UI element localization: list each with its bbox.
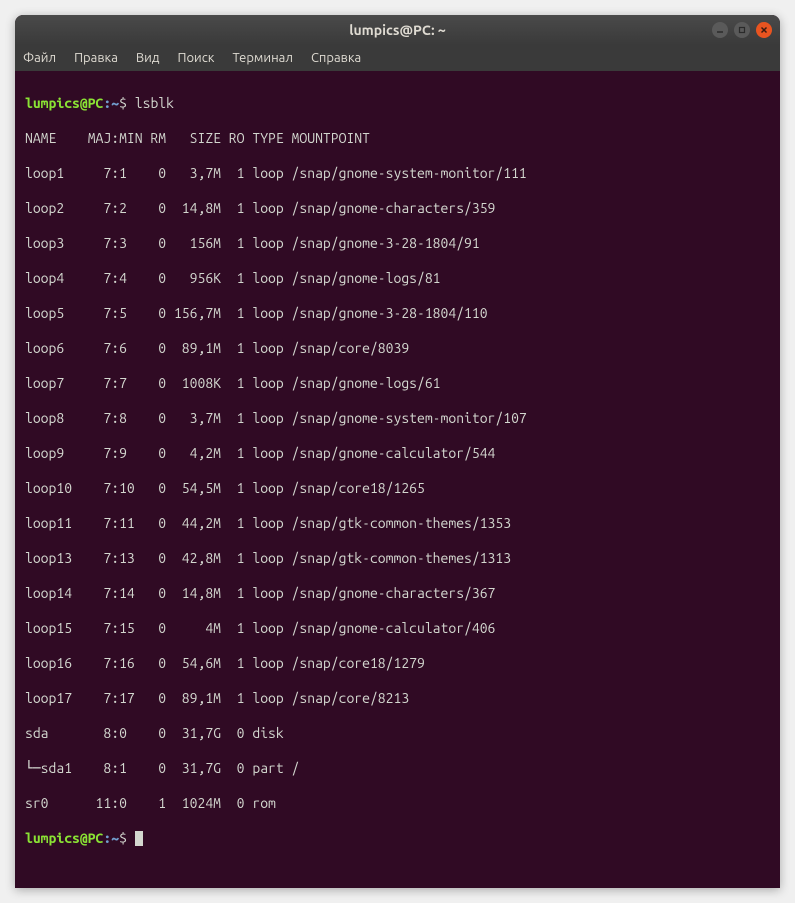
output-row: loop4 7:4 0 956K 1 loop /snap/gnome-logs… [25, 270, 770, 288]
menu-search[interactable]: Поиск [177, 51, 214, 65]
output-row: loop7 7:7 0 1008K 1 loop /snap/gnome-log… [25, 375, 770, 393]
menubar: Файл Правка Вид Поиск Терминал Справка [15, 45, 780, 71]
output-row: sda 8:0 0 31,7G 0 disk [25, 725, 770, 743]
prompt-colon: : [103, 830, 111, 846]
output-row: loop13 7:13 0 42,8M 1 loop /snap/gtk-com… [25, 550, 770, 568]
prompt-line-2: lumpics@PC:~$ [25, 830, 770, 848]
window-controls [712, 22, 772, 38]
cursor [135, 831, 143, 846]
command-text: lsblk [135, 95, 174, 111]
output-row: loop1 7:1 0 3,7M 1 loop /snap/gnome-syst… [25, 165, 770, 183]
prompt-user: lumpics@PC [25, 95, 103, 111]
terminal-window: lumpics@PC: ~ Файл Правка Вид Поиск Терм… [15, 15, 780, 888]
output-row: loop9 7:9 0 4,2M 1 loop /snap/gnome-calc… [25, 445, 770, 463]
minimize-icon [716, 26, 724, 34]
output-row: loop8 7:8 0 3,7M 1 loop /snap/gnome-syst… [25, 410, 770, 428]
window-title: lumpics@PC: ~ [349, 22, 446, 38]
output-row: └─sda1 8:1 0 31,7G 0 part / [25, 760, 770, 778]
terminal-body[interactable]: lumpics@PC:~$ lsblk NAME MAJ:MIN RM SIZE… [15, 71, 780, 888]
output-row: loop16 7:16 0 54,6M 1 loop /snap/core18/… [25, 655, 770, 673]
output-row: loop10 7:10 0 54,5M 1 loop /snap/core18/… [25, 480, 770, 498]
prompt-symbol: $ [119, 830, 127, 846]
output-row: loop6 7:6 0 89,1M 1 loop /snap/core/8039 [25, 340, 770, 358]
close-icon [760, 26, 768, 34]
output-row: loop2 7:2 0 14,8M 1 loop /snap/gnome-cha… [25, 200, 770, 218]
prompt-path: ~ [111, 95, 119, 111]
maximize-button[interactable] [734, 22, 750, 38]
menu-edit[interactable]: Правка [74, 51, 118, 65]
prompt-symbol: $ [119, 95, 127, 111]
minimize-button[interactable] [712, 22, 728, 38]
menu-terminal[interactable]: Терминал [232, 51, 292, 65]
menu-view[interactable]: Вид [136, 51, 160, 65]
maximize-icon [738, 26, 746, 34]
prompt-line-1: lumpics@PC:~$ lsblk [25, 95, 770, 113]
close-button[interactable] [756, 22, 772, 38]
output-row: sr0 11:0 1 1024M 0 rom [25, 795, 770, 813]
menu-file[interactable]: Файл [23, 51, 56, 65]
output-row: loop5 7:5 0 156,7M 1 loop /snap/gnome-3-… [25, 305, 770, 323]
titlebar[interactable]: lumpics@PC: ~ [15, 15, 780, 45]
output-row: loop15 7:15 0 4M 1 loop /snap/gnome-calc… [25, 620, 770, 638]
output-header: NAME MAJ:MIN RM SIZE RO TYPE MOUNTPOINT [25, 130, 770, 148]
output-row: loop11 7:11 0 44,2M 1 loop /snap/gtk-com… [25, 515, 770, 533]
prompt-path: ~ [111, 830, 119, 846]
prompt-user: lumpics@PC [25, 830, 103, 846]
output-row: loop14 7:14 0 14,8M 1 loop /snap/gnome-c… [25, 585, 770, 603]
output-row: loop3 7:3 0 156M 1 loop /snap/gnome-3-28… [25, 235, 770, 253]
menu-help[interactable]: Справка [311, 51, 361, 65]
output-row: loop17 7:17 0 89,1M 1 loop /snap/core/82… [25, 690, 770, 708]
